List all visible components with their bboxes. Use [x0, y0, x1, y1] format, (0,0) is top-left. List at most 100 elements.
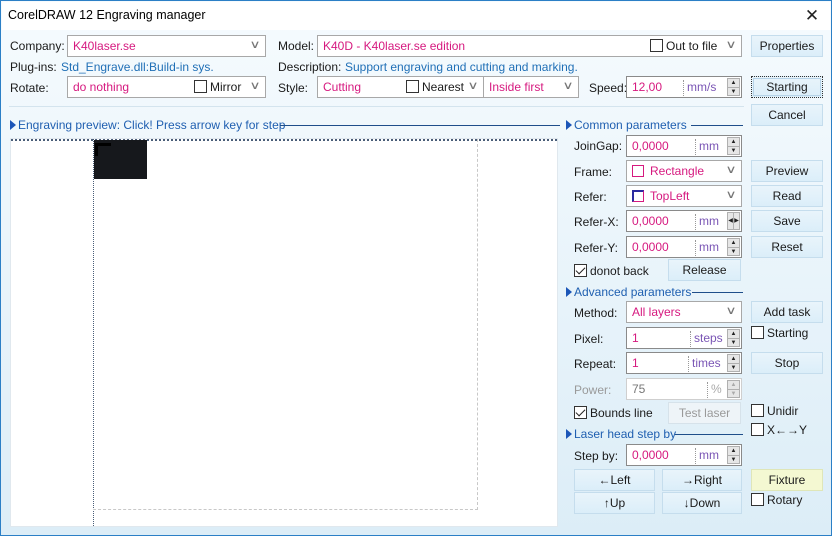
release-button[interactable]: Release [668, 259, 741, 281]
style-dropdown[interactable]: Cutting Nearest ∨ [317, 76, 484, 98]
model-dropdown[interactable]: K40D - K40laser.se edition Out to file ∨ [317, 35, 742, 57]
joingap-spinner[interactable]: ▲ ▼ [727, 137, 740, 155]
style-value: Cutting [323, 80, 362, 94]
company-label: Company: [10, 39, 65, 53]
speed-value: 12,00 [632, 80, 663, 94]
speed-spinner[interactable]: ▲ ▼ [727, 78, 740, 96]
bounds-line-checkbox[interactable]: Bounds line [574, 406, 653, 420]
nearest-checkbox[interactable]: Nearest [406, 80, 464, 94]
chevron-down-icon: ∨ [725, 305, 737, 317]
rotate-label: Rotate: [10, 81, 49, 95]
arrow-down-icon[interactable]: ▼ [728, 363, 739, 371]
preview-job-block[interactable] [94, 140, 147, 179]
order-dropdown[interactable]: Inside first ∨ [483, 76, 579, 98]
arrow-down-icon[interactable]: ▼ [728, 247, 739, 255]
frame-label: Frame: [574, 165, 613, 179]
refery-spinner[interactable]: ▲ ▼ [727, 238, 740, 256]
bounds-line-label: Bounds line [590, 406, 653, 420]
out-to-file-label: Out to file [666, 39, 718, 53]
title-bar: CorelDRAW 12 Engraving manager ✕ [2, 2, 830, 30]
stepby-unit: mm [695, 448, 719, 464]
referx-input[interactable]: 0,0000 mm ◀ ▶ [626, 210, 742, 232]
unidir-checkbox[interactable]: Unidir [751, 404, 798, 418]
refer-label: Refer: [574, 190, 607, 204]
stepby-spinner[interactable]: ▲ ▼ [727, 446, 740, 464]
preview-button[interactable]: Preview [751, 160, 823, 182]
move-down-button[interactable]: ↓Down [662, 492, 742, 514]
method-value: All layers [632, 305, 681, 319]
referx-unit: mm [695, 214, 719, 230]
move-left-label: ←Left [598, 473, 631, 487]
close-icon[interactable]: ✕ [800, 4, 824, 28]
method-dropdown[interactable]: All layers ∨ [626, 301, 742, 323]
refer-value: TopLeft [650, 189, 690, 203]
checkbox-checked-icon [574, 406, 587, 419]
cancel-button[interactable]: Cancel [751, 104, 823, 126]
stop-button[interactable]: Stop [751, 352, 823, 374]
donot-back-checkbox[interactable]: donot back [574, 264, 649, 278]
power-label: Power: [574, 383, 612, 397]
speed-input[interactable]: 12,00 mm/s ▲ ▼ [626, 76, 742, 98]
checkbox-icon [751, 423, 764, 436]
add-task-button[interactable]: Add task [751, 301, 823, 323]
move-left-button[interactable]: ←Left [574, 469, 655, 491]
arrow-up-icon[interactable]: ▲ [728, 138, 739, 146]
rotate-dropdown[interactable]: do nothing Mirror ∨ [67, 76, 266, 98]
order-value: Inside first [489, 80, 544, 94]
engraving-preview-canvas[interactable] [10, 138, 558, 527]
pixel-spinner[interactable]: ▲ ▼ [727, 329, 740, 347]
arrow-down-icon[interactable]: ▼ [728, 146, 739, 154]
arrow-up-icon[interactable]: ▲ [728, 239, 739, 247]
repeat-input[interactable]: 1 times ▲ ▼ [626, 352, 742, 374]
properties-button[interactable]: Properties [751, 35, 823, 57]
stepby-label: Step by: [574, 449, 619, 463]
move-right-button[interactable]: →Right [662, 469, 742, 491]
preview-left-guide [93, 139, 94, 526]
starting-button[interactable]: Starting [751, 76, 823, 98]
arrow-down-icon: ▼ [728, 389, 739, 397]
swap-xy-checkbox[interactable]: X←→Y [751, 423, 807, 437]
arrow-down-icon[interactable]: ▼ [728, 338, 739, 346]
chevron-down-icon: ∨ [562, 80, 574, 92]
topleft-refer-icon [632, 190, 644, 202]
preview-section-header: Engraving preview: Click! Press arrow ke… [10, 118, 560, 132]
mirror-checkbox[interactable]: Mirror [194, 80, 241, 94]
power-value: 75 [632, 382, 646, 396]
separator [9, 106, 744, 107]
refery-label: Refer-Y: [574, 241, 619, 255]
company-dropdown[interactable]: K40laser.se ∨ [67, 35, 266, 57]
refery-input[interactable]: 0,0000 mm ▲ ▼ [626, 236, 742, 258]
repeat-spinner[interactable]: ▲ ▼ [727, 354, 740, 372]
arrow-down-icon[interactable]: ▼ [728, 455, 739, 463]
donot-back-label: donot back [590, 264, 649, 278]
swap-xy-label: X←→Y [767, 423, 808, 437]
move-up-button[interactable]: ↑Up [574, 492, 655, 514]
advanced-header-text: Advanced parameters [574, 285, 692, 299]
fixture-button[interactable]: Fixture [751, 469, 823, 491]
stepby-input[interactable]: 0,0000 mm ▲ ▼ [626, 444, 742, 466]
stop-button-label: Stop [774, 356, 800, 370]
arrow-down-icon[interactable]: ▼ [728, 87, 739, 95]
arrow-right-icon[interactable]: ▶ [733, 213, 739, 229]
arrow-up-icon[interactable]: ▲ [728, 447, 739, 455]
repeat-label: Repeat: [574, 357, 617, 371]
out-to-file-checkbox[interactable]: Out to file [650, 39, 717, 53]
refer-dropdown[interactable]: TopLeft ∨ [626, 185, 742, 207]
arrow-up-icon[interactable]: ▲ [728, 330, 739, 338]
arrow-up-icon[interactable]: ▲ [728, 355, 739, 363]
properties-button-label: Properties [759, 39, 815, 53]
frame-dropdown[interactable]: Rectangle ∨ [626, 160, 742, 182]
starting-button-label: Starting [766, 80, 808, 94]
read-button[interactable]: Read [751, 185, 823, 207]
starting-checkbox[interactable]: Starting [751, 326, 808, 340]
chevron-down-icon: ∨ [467, 80, 479, 92]
chevron-down-icon: ∨ [725, 189, 737, 201]
referx-spinner[interactable]: ◀ ▶ [727, 212, 740, 230]
joingap-input[interactable]: 0,0000 mm ▲ ▼ [626, 135, 742, 157]
save-button[interactable]: Save [751, 210, 823, 232]
reset-button[interactable]: Reset [751, 236, 823, 258]
arrow-up-icon[interactable]: ▲ [728, 79, 739, 87]
pixel-input[interactable]: 1 steps ▲ ▼ [626, 327, 742, 349]
rotary-checkbox[interactable]: Rotary [751, 493, 802, 507]
triangle-right-icon [566, 287, 572, 297]
